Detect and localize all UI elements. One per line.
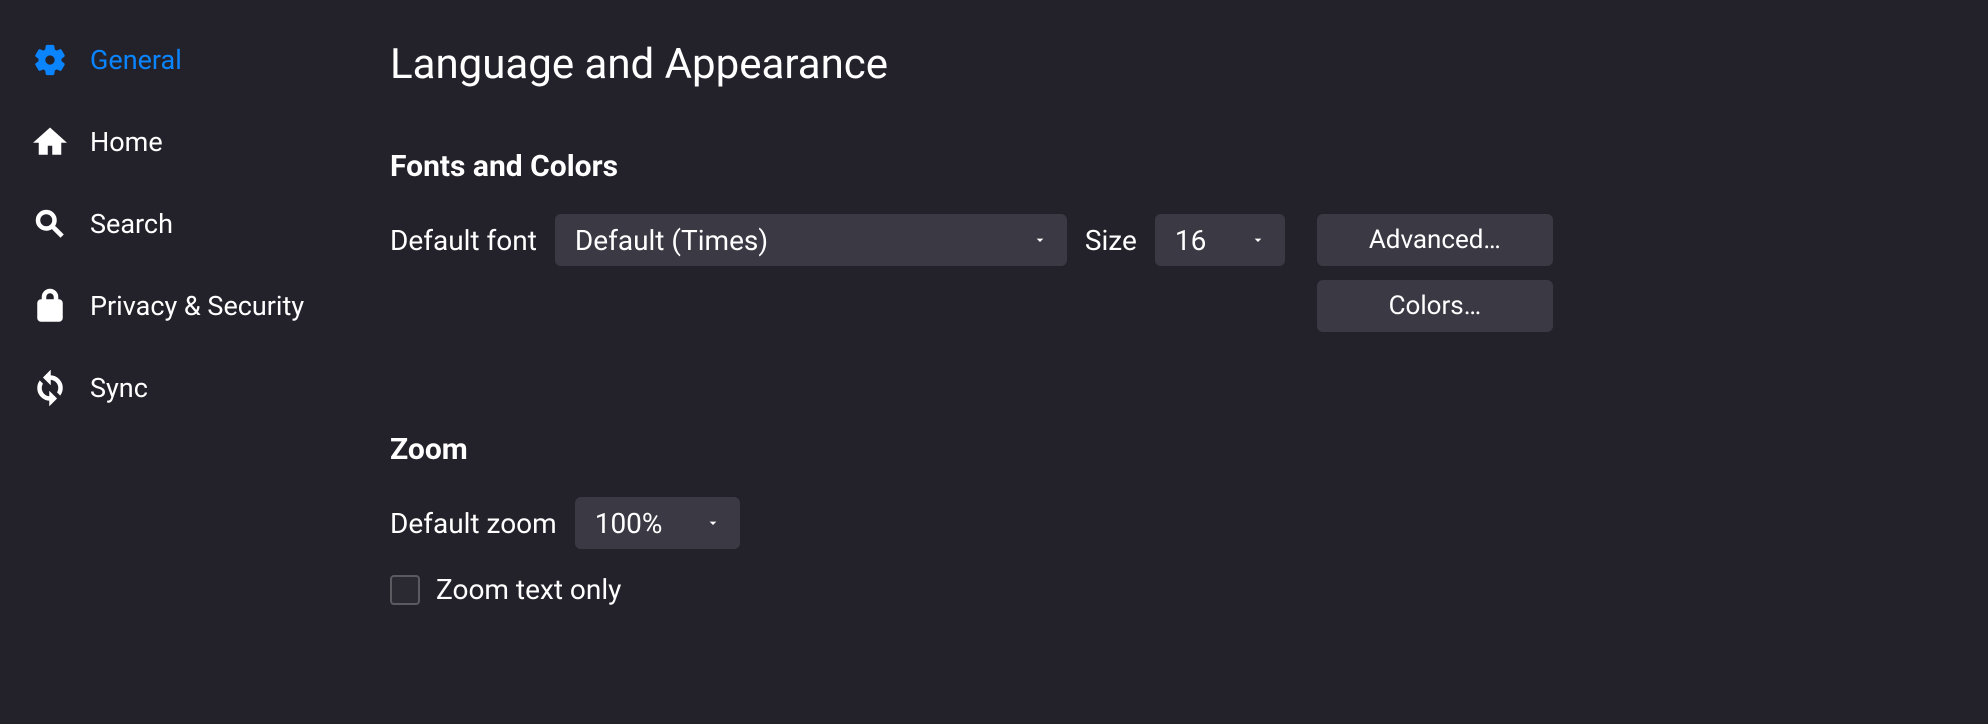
sync-icon — [30, 368, 70, 408]
sidebar-item-general[interactable]: General — [30, 40, 360, 80]
default-zoom-select[interactable]: 100% — [575, 497, 740, 549]
sidebar-item-label: General — [90, 44, 182, 76]
sidebar-item-home[interactable]: Home — [30, 122, 360, 162]
advanced-button[interactable]: Advanced… — [1317, 214, 1553, 266]
page-title: Language and Appearance — [390, 40, 1928, 89]
search-icon — [30, 204, 70, 244]
fonts-colors-heading: Fonts and Colors — [390, 149, 1928, 184]
size-label: Size — [1085, 224, 1137, 257]
sidebar: General Home Search Privacy & Security S… — [0, 0, 390, 724]
zoom-text-only-label: Zoom text only — [436, 573, 621, 606]
default-zoom-label: Default zoom — [390, 507, 557, 540]
font-size-select[interactable]: 16 — [1155, 214, 1285, 266]
sidebar-item-label: Search — [90, 208, 173, 240]
zoom-text-only-checkbox[interactable] — [390, 575, 420, 605]
font-controls-group: Default font Default (Times) Size 16 — [390, 214, 1285, 266]
sidebar-item-search[interactable]: Search — [30, 204, 360, 244]
default-font-label: Default font — [390, 224, 537, 257]
home-icon — [30, 122, 70, 162]
lock-icon — [30, 286, 70, 326]
default-font-select[interactable]: Default (Times) — [555, 214, 1067, 266]
sidebar-item-sync[interactable]: Sync — [30, 368, 360, 408]
zoom-text-only-row: Zoom text only — [390, 573, 1928, 606]
colors-button[interactable]: Colors… — [1317, 280, 1553, 332]
gear-icon — [30, 40, 70, 80]
default-zoom-row: Default zoom 100% — [390, 497, 1928, 549]
chevron-down-icon — [1249, 231, 1267, 249]
sidebar-item-privacy-security[interactable]: Privacy & Security — [30, 286, 360, 326]
sidebar-item-label: Privacy & Security — [90, 290, 304, 322]
zoom-heading: Zoom — [390, 432, 1928, 467]
fonts-button-group: Advanced… Colors… — [1317, 214, 1553, 332]
font-size-value: 16 — [1175, 224, 1206, 257]
fonts-colors-row: Default font Default (Times) Size 16 Adv… — [390, 214, 1928, 332]
sidebar-item-label: Sync — [90, 372, 148, 404]
default-zoom-value: 100% — [595, 507, 663, 540]
chevron-down-icon — [704, 514, 722, 532]
default-font-value: Default (Times) — [575, 224, 768, 257]
sidebar-item-label: Home — [90, 126, 163, 158]
chevron-down-icon — [1031, 231, 1049, 249]
main-content: Language and Appearance Fonts and Colors… — [390, 0, 1988, 724]
